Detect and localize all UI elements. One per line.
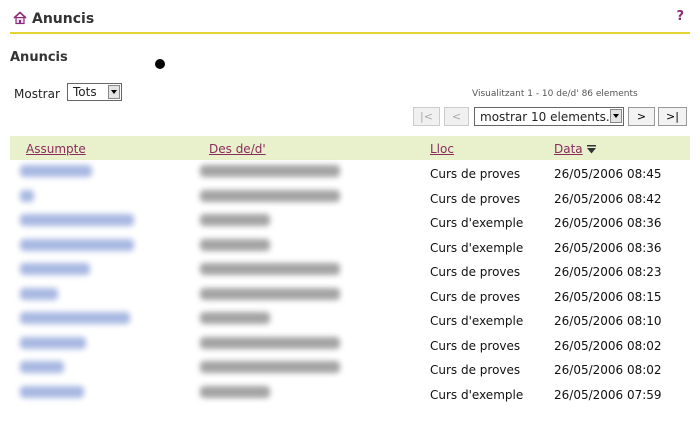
place-cell: Curs de proves [430,167,521,181]
place-cell: Curs de proves [430,191,521,206]
column-place[interactable]: Lloc [430,142,454,156]
table-row: Curs de proves 26/05/2006 08:45 [10,161,690,185]
last-page-button[interactable]: >| [658,107,687,126]
chevron-down-icon[interactable] [610,109,622,123]
cursor-dot [155,59,165,69]
table-row: Curs de proves 26/05/2006 08:02 [10,333,690,357]
filter-label: Mostrar [14,87,60,101]
sender-name [200,189,340,202]
prev-page-button[interactable]: < [444,107,469,126]
table-row: Curs d'exemple 26/05/2006 08:36 [10,210,690,234]
date-cell: 26/05/2006 08:02 [554,363,662,377]
table-row: Curs d'exemple 26/05/2006 08:36 [10,235,690,259]
date-cell: 26/05/2006 08:45 [554,167,662,181]
table-row: Curs d'exemple 26/05/2006 08:10 [10,308,690,332]
date-cell: 26/05/2006 08:36 [554,216,662,230]
subject-link[interactable] [20,361,64,373]
subject-link[interactable] [20,336,86,349]
filter-select-value: Tots [73,85,97,99]
next-page-button[interactable]: > [628,107,655,126]
page-title: Anuncis [32,11,95,27]
place-cell: Curs d'exemple [430,314,524,328]
column-date-label: Data [554,142,583,156]
subject-link[interactable] [20,263,90,275]
page-size-value: mostrar 10 elements... [480,110,618,124]
place-cell: Curs d'exemple [430,240,524,255]
table-header: Assumpte Des de/d' Lloc Data [10,136,690,160]
chevron-down-icon[interactable] [108,85,120,99]
sender-name [200,214,270,226]
column-date[interactable]: Data [554,142,596,156]
sort-descending-icon [586,145,596,154]
sender-name [200,238,270,251]
table-row: Curs d'exemple 26/05/2006 07:59 [10,382,690,406]
sender-name [200,312,270,324]
subject-link[interactable] [20,165,92,177]
section-title: Anuncis [10,50,68,65]
place-cell: Curs d'exemple [430,387,524,402]
date-cell: 26/05/2006 08:36 [554,240,662,255]
home-icon[interactable] [13,11,27,25]
subject-link[interactable] [20,287,58,300]
place-cell: Curs de proves [430,289,521,304]
table-row: Curs de proves 26/05/2006 08:23 [10,259,690,283]
sender-name [200,361,340,373]
sender-name [200,263,340,275]
help-icon[interactable]: ? [676,9,684,24]
subject-link[interactable] [20,385,84,398]
place-cell: Curs de proves [430,363,521,377]
subject-link[interactable] [20,238,134,251]
subject-link[interactable] [20,312,130,324]
sender-name [200,165,340,177]
date-cell: 26/05/2006 08:02 [554,338,662,353]
date-cell: 26/05/2006 07:59 [554,387,662,402]
date-cell: 26/05/2006 08:42 [554,191,662,206]
place-cell: Curs d'exemple [430,216,524,230]
column-from[interactable]: Des de/d' [209,142,266,156]
sender-name [200,336,340,349]
page-size-select[interactable]: mostrar 10 elements... [474,107,624,126]
table-row: Curs de proves 26/05/2006 08:15 [10,284,690,308]
first-page-button[interactable]: |< [413,107,440,126]
date-cell: 26/05/2006 08:23 [554,265,662,279]
page-header: Anuncis ? [10,8,690,34]
table-row: Curs de proves 26/05/2006 08:02 [10,357,690,381]
subject-link[interactable] [20,189,34,202]
date-cell: 26/05/2006 08:15 [554,289,662,304]
table-row: Curs de proves 26/05/2006 08:42 [10,186,690,210]
date-cell: 26/05/2006 08:10 [554,314,662,328]
subject-link[interactable] [20,214,134,226]
sender-name [200,287,340,300]
place-cell: Curs de proves [430,338,521,353]
filter-select[interactable]: Tots [67,83,122,101]
place-cell: Curs de proves [430,265,521,279]
sender-name [200,385,270,398]
column-subject[interactable]: Assumpte [26,142,86,156]
viewing-status: Visualitzant 1 - 10 de/d' 86 elements [472,89,638,99]
